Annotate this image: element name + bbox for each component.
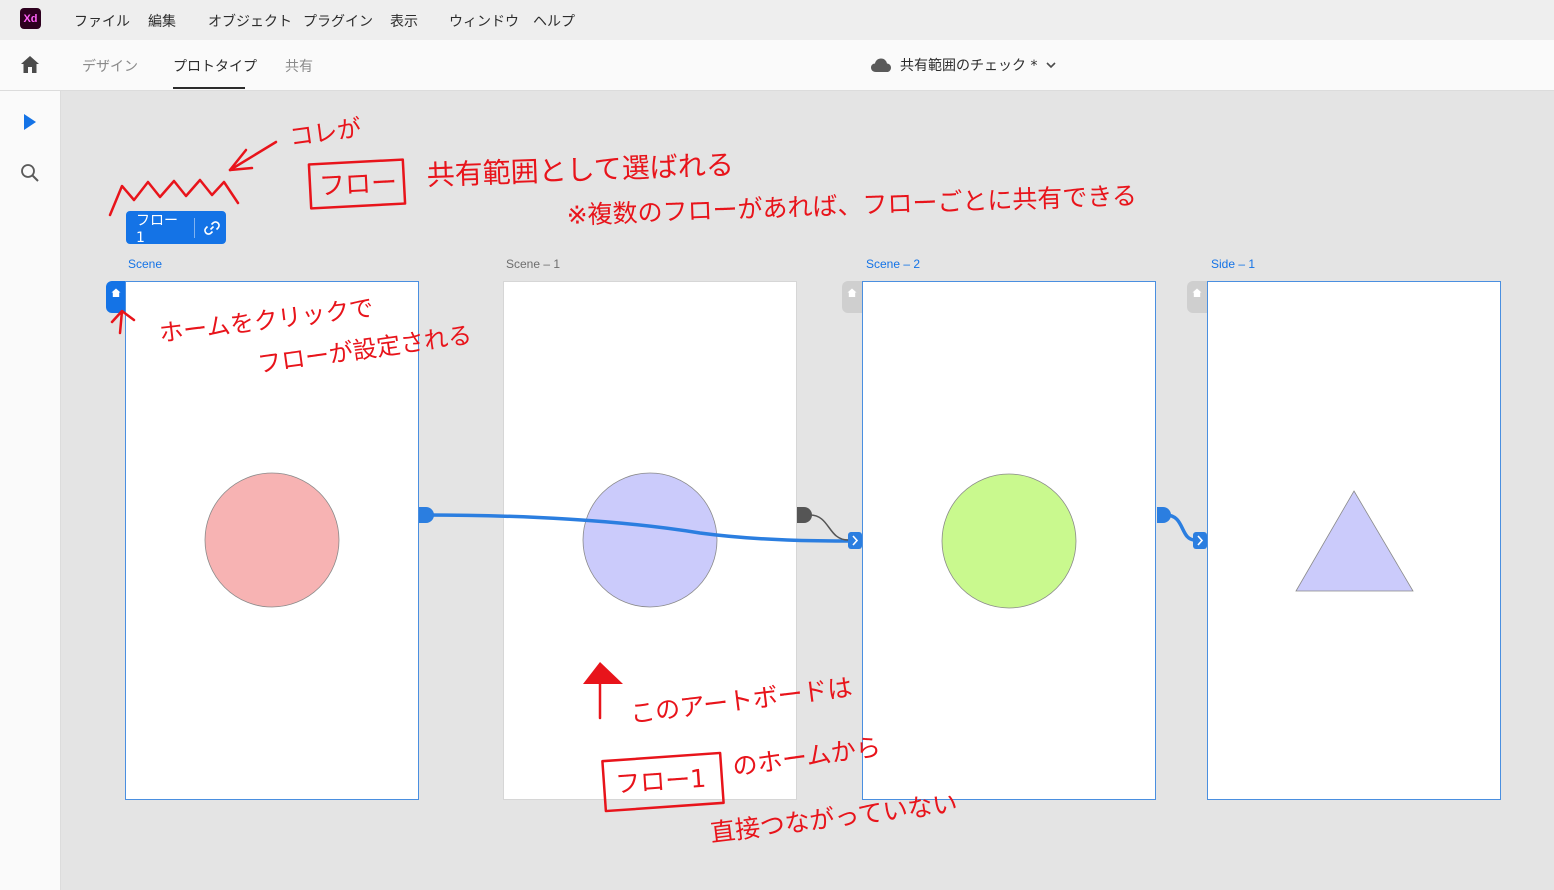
wire-end-arrow	[1193, 532, 1207, 549]
annotation-board-note-2a: フロー1	[614, 763, 708, 799]
wire-start-handle[interactable]	[419, 507, 434, 523]
prototype-wire	[1165, 513, 1196, 542]
annotation-zigzag	[108, 178, 240, 217]
annotation-arrow	[110, 309, 136, 335]
wire-start-handle[interactable]	[797, 507, 812, 523]
annotation-arrowhead	[583, 662, 623, 684]
wire-end-arrow	[848, 532, 862, 549]
annotation-flow-title-2: フロー	[318, 167, 398, 202]
prototype-wire	[809, 514, 849, 541]
annotation-arrow	[228, 140, 278, 172]
prototype-wire	[425, 513, 857, 543]
